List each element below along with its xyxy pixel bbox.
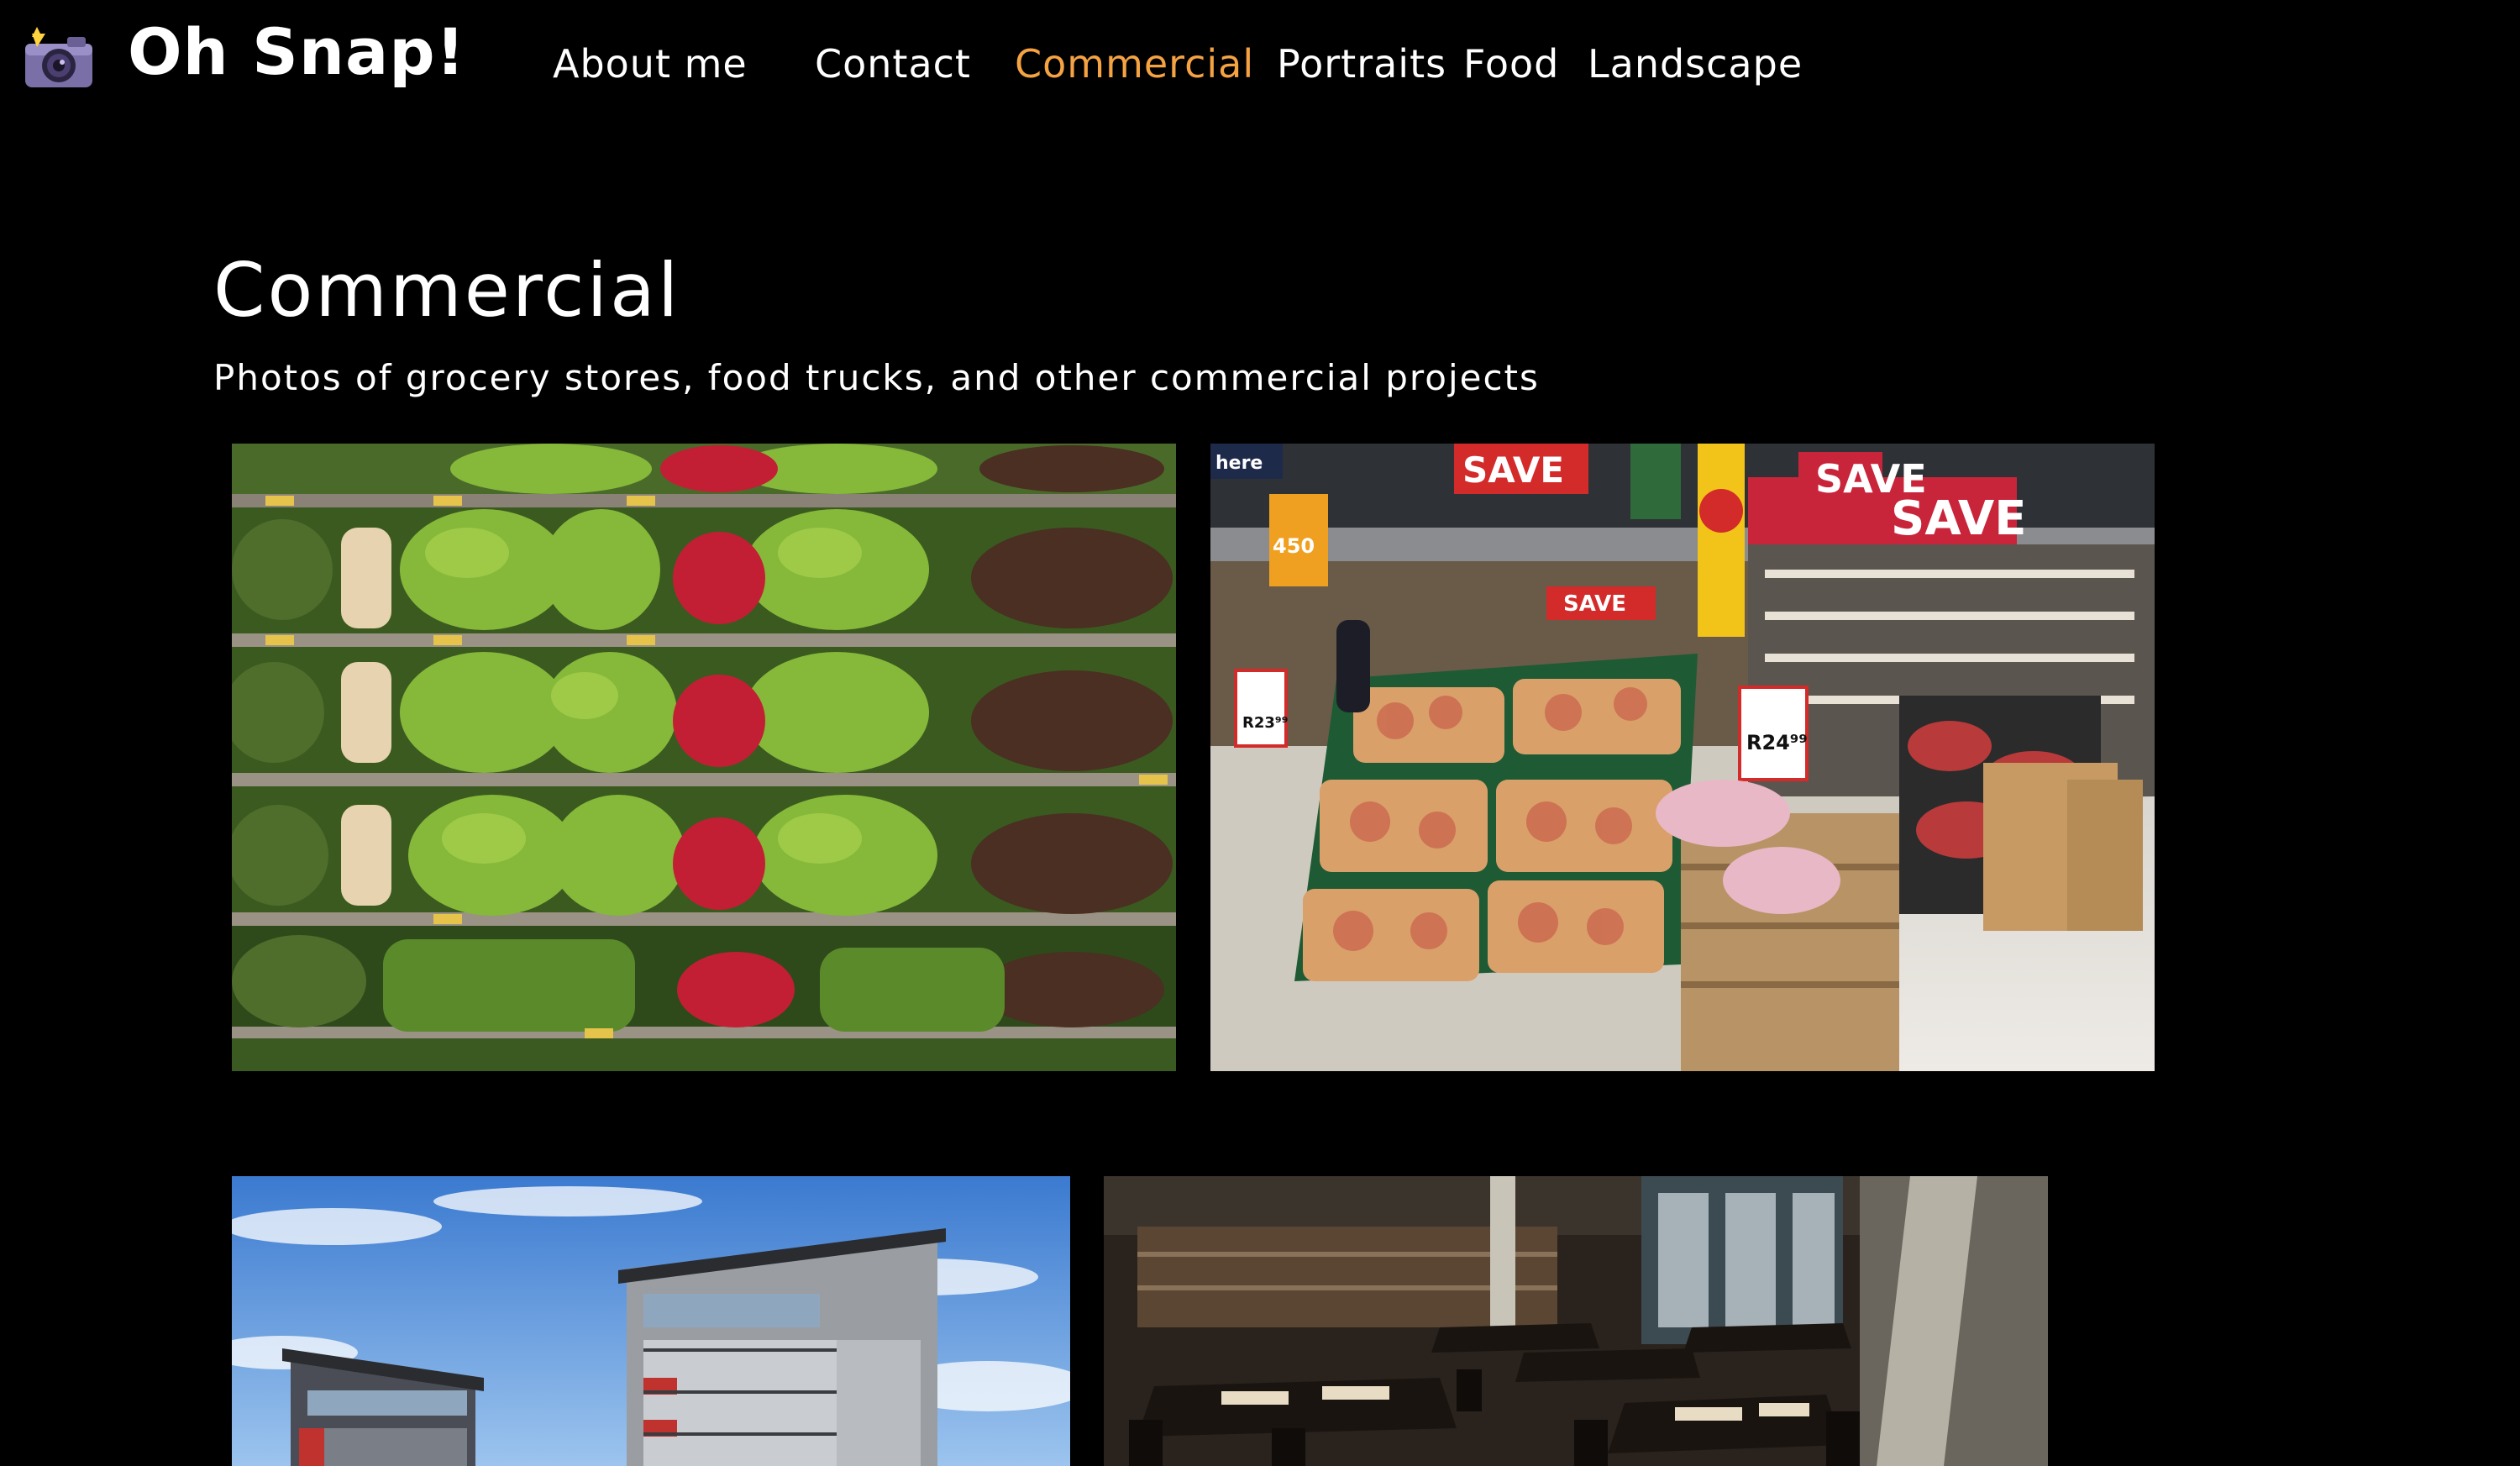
- svg-text:450: 450: [1273, 534, 1315, 558]
- svg-text:SAVE: SAVE: [1891, 491, 2026, 546]
- camera-with-flash-icon[interactable]: [24, 25, 94, 89]
- nav-item-contact[interactable]: Contact: [815, 34, 971, 94]
- nav-item-commercial[interactable]: Commercial: [1015, 34, 1254, 94]
- svg-text:SAVE: SAVE: [1462, 449, 1564, 491]
- svg-text:R24⁹⁹: R24⁹⁹: [1746, 731, 1808, 754]
- nav-item-landscape[interactable]: Landscape: [1588, 34, 1803, 94]
- photo-produce-shelves[interactable]: [232, 444, 1176, 1071]
- photo-supermarket-aisle[interactable]: here SAVE SAVE SAVE SAVE 450 R23⁹⁹ R24⁹⁹: [1210, 444, 2155, 1071]
- page-subtitle: Photos of grocery stores, food trucks, a…: [213, 357, 1540, 398]
- photo-apartment-building[interactable]: [232, 1176, 1070, 1466]
- photo-restaurant-interior[interactable]: [1104, 1176, 2048, 1466]
- nav-item-portraits[interactable]: Portraits: [1277, 34, 1446, 94]
- svg-text:R23⁹⁹: R23⁹⁹: [1242, 714, 1289, 732]
- nav-item-food[interactable]: Food: [1463, 34, 1559, 94]
- svg-text:here: here: [1215, 453, 1263, 474]
- site-header: Oh Snap! About me Contact Commercial Por…: [0, 0, 2520, 126]
- page-title: Commercial: [213, 247, 681, 334]
- nav-item-about-me[interactable]: About me: [553, 34, 748, 94]
- svg-text:SAVE: SAVE: [1563, 591, 1626, 617]
- site-brand[interactable]: Oh Snap!: [128, 10, 465, 94]
